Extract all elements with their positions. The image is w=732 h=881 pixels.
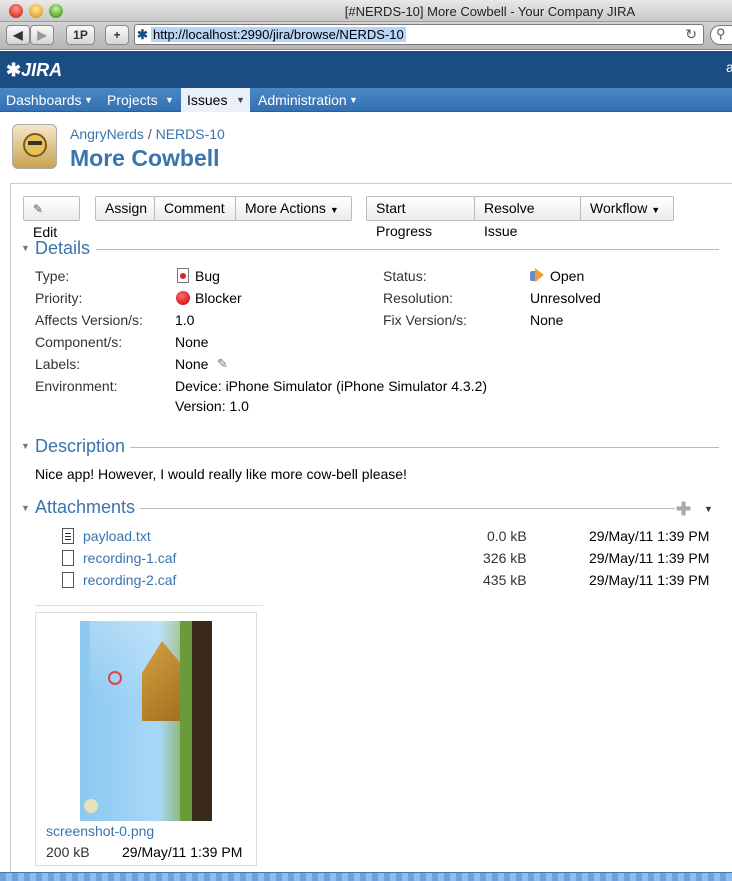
description-divider [130, 447, 719, 448]
blocker-icon [176, 291, 190, 305]
edit-button[interactable]: ✎ Edit [23, 196, 80, 240]
issue-title[interactable]: More Cowbell [70, 145, 220, 172]
url-text: http://localhost:2990/jira/browse/NERDS-… [151, 27, 406, 42]
window-titlebar: [#NERDS-10] More Cowbell - Your Company … [0, 0, 732, 22]
attachment-date: 29/May/11 1:39 PM [589, 572, 710, 588]
fix-version-label: Fix Version/s: [383, 312, 468, 328]
affects-version-label: Affects Version/s: [35, 312, 143, 328]
assign-button[interactable]: Assign [95, 196, 155, 221]
details-heading[interactable]: Details [35, 238, 90, 259]
affects-version-value: 1.0 [175, 312, 195, 328]
labels-value: None [175, 356, 209, 372]
forward-button[interactable]: ▶ [30, 25, 54, 45]
attachment-date: 29/May/11 1:39 PM [589, 550, 710, 566]
more-actions-button[interactable]: More Actions ▼ [235, 196, 352, 221]
attachment-link-recording-2[interactable]: recording-2.caf [83, 572, 176, 590]
text-file-icon [62, 528, 74, 544]
pencil-icon: ✎ [33, 202, 44, 216]
app-header: ✱JIRA a [0, 51, 732, 88]
nav-administration[interactable]: Administration ▼ [252, 88, 360, 112]
image-divider [35, 605, 263, 606]
bug-icon [177, 268, 189, 283]
start-progress-button[interactable]: Start Progress [366, 196, 475, 239]
image-attachment-card: screenshot-0.png 200 kB 29/May/11 1:39 P… [35, 612, 257, 866]
comment-button[interactable]: Comment [154, 196, 236, 221]
description-heading[interactable]: Description [35, 436, 125, 457]
open-status-icon [530, 268, 545, 283]
priority-value: Blocker [195, 290, 242, 306]
back-button[interactable]: ◀ [6, 25, 30, 45]
resolution-value: Unresolved [530, 290, 601, 306]
main-nav: Dashboards ▼ Projects ▼ Issues ▼ Administra… [0, 88, 732, 112]
add-attachment-icon[interactable]: ✚ [676, 499, 691, 520]
collapse-description-icon[interactable]: ▼ [21, 441, 30, 451]
type-value: Bug [195, 268, 220, 284]
search-icon: ⚲ [716, 26, 726, 41]
jira-logo-icon: ✱ [6, 60, 22, 80]
attachment-size: 0.0 kB [487, 528, 527, 544]
url-field[interactable]: ✱ http://localhost:2990/jira/browse/NERD… [134, 24, 704, 45]
file-icon [62, 572, 74, 588]
nav-dashboards[interactable]: Dashboards ▼ [0, 88, 96, 112]
screenshot-thumbnail[interactable] [80, 621, 212, 821]
attachment-link-recording-1[interactable]: recording-1.caf [83, 550, 176, 568]
attachments-heading[interactable]: Attachments [35, 497, 135, 518]
image-attachment-size: 200 kB [46, 844, 90, 860]
chevron-down-icon: ▼ [349, 95, 358, 105]
onepassword-button[interactable]: 1P [66, 25, 95, 45]
environment-label: Environment: [35, 378, 118, 394]
browser-toolbar: ◀ ▶ 1P + ✱ http://localhost:2990/jira/br… [0, 22, 732, 50]
browser-status-bar [0, 872, 732, 881]
environment-line-2: Version: 1.0 [175, 398, 249, 414]
component-label: Component/s: [35, 334, 123, 350]
details-divider [96, 249, 719, 250]
search-field[interactable]: ⚲ [710, 25, 732, 45]
chevron-down-icon: ▼ [236, 95, 245, 105]
breadcrumb: AngryNerds / NERDS-10 [70, 126, 225, 142]
component-value: None [175, 334, 209, 350]
attachment-size: 326 kB [483, 550, 527, 566]
resolve-issue-button[interactable]: Resolve Issue [474, 196, 581, 239]
resolution-label: Resolution: [383, 290, 454, 306]
attachment-size: 435 kB [483, 572, 527, 588]
chevron-down-icon: ▼ [651, 205, 661, 215]
forward-icon: ▶ [37, 28, 47, 42]
file-icon [62, 550, 74, 566]
attachment-date: 29/May/11 1:39 PM [589, 528, 710, 544]
status-label: Status: [383, 268, 427, 284]
labels-label: Labels: [35, 356, 81, 372]
window-title: [#NERDS-10] More Cowbell - Your Company … [344, 4, 636, 19]
back-icon: ◀ [13, 28, 23, 42]
attachments-divider [140, 508, 675, 509]
description-text: Nice app! However, I would really like m… [35, 466, 407, 482]
breadcrumb-project[interactable]: AngryNerds [70, 126, 144, 142]
priority-label: Priority: [35, 290, 83, 306]
reload-icon[interactable]: ↻ [685, 26, 697, 43]
image-attachment-date: 29/May/11 1:39 PM [122, 844, 243, 860]
new-tab-button[interactable]: + [105, 25, 129, 45]
workflow-button[interactable]: Workflow ▼ [580, 196, 674, 221]
image-attachment-link[interactable]: screenshot-0.png [46, 823, 154, 841]
chevron-down-icon: ▼ [84, 95, 93, 105]
nav-projects[interactable]: Projects ▼ [101, 88, 176, 112]
collapse-attachments-icon[interactable]: ▼ [21, 503, 30, 513]
breadcrumb-issue-key[interactable]: NERDS-10 [156, 126, 225, 142]
jira-logo[interactable]: ✱JIRA [6, 60, 62, 81]
user-menu[interactable]: a [726, 59, 732, 75]
type-label: Type: [35, 268, 70, 284]
environment-line-1: Device: iPhone Simulator (iPhone Simulat… [175, 378, 488, 394]
chevron-down-icon: ▼ [329, 205, 339, 215]
chevron-down-icon: ▼ [165, 95, 174, 105]
attachment-link-payload[interactable]: payload.txt [83, 528, 151, 546]
favicon-icon: ✱ [137, 27, 148, 42]
nav-issues[interactable]: Issues ▼ [181, 88, 250, 112]
project-avatar [12, 124, 57, 169]
edit-labels-icon[interactable]: ✎ [217, 356, 228, 372]
status-value: Open [550, 268, 585, 284]
collapse-details-icon[interactable]: ▼ [21, 243, 30, 253]
fix-version-value: None [530, 312, 564, 328]
attachment-options-icon[interactable]: ▼ [704, 504, 713, 514]
